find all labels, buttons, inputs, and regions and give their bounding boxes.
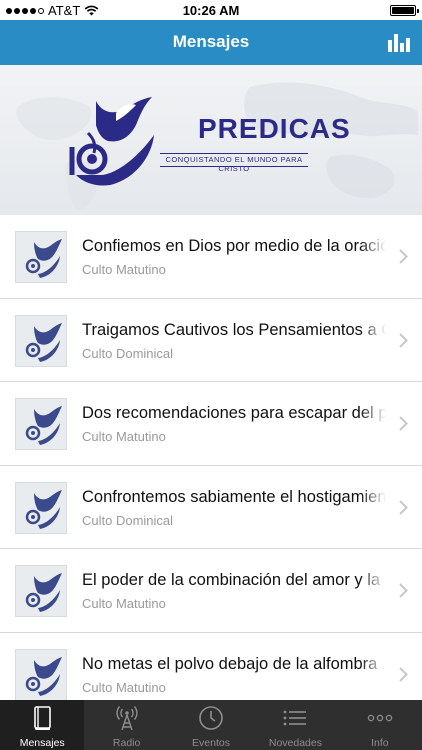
battery-icon xyxy=(390,5,419,16)
tab-radio[interactable]: Radio xyxy=(84,700,168,750)
message-title: Confiemos en Dios por medio de la oració… xyxy=(82,237,386,256)
tab-mensajes[interactable]: Mensajes xyxy=(0,700,85,750)
banner-divider-top xyxy=(160,153,308,154)
chevron-right-icon xyxy=(399,583,408,599)
message-list: Confiemos en Dios por medio de la oració… xyxy=(0,215,422,700)
message-subtitle: Culto Dominical xyxy=(82,512,174,528)
message-title: Dos recomendaciones para escapar del pec… xyxy=(82,404,386,424)
chevron-right-icon xyxy=(399,249,408,264)
tab-label: Novedades xyxy=(268,737,322,749)
bar-chart-icon[interactable] xyxy=(388,32,410,52)
more-icon xyxy=(367,714,393,722)
message-title: No metas el polvo debajo de la alfombra xyxy=(82,654,386,674)
list-item[interactable]: El poder de la combinación del amor y la… xyxy=(0,549,422,633)
list-icon xyxy=(284,710,307,726)
list-item[interactable]: No metas el polvo debajo de la alfombra … xyxy=(0,633,422,700)
predicas-logo xyxy=(69,97,154,186)
list-item[interactable]: Traigamos Cautivos los Pensamientos a Cr… xyxy=(0,299,422,383)
message-thumbnail xyxy=(15,398,67,451)
message-subtitle: Culto Matutino xyxy=(82,679,166,695)
chevron-right-icon xyxy=(399,332,408,348)
message-thumbnail xyxy=(15,648,67,700)
header-banner: PREDICAS CONQUISTANDO EL MUNDO PARA CRIS… xyxy=(0,65,422,215)
page-title: Mensajes xyxy=(172,32,250,51)
status-time: 10:26 AM xyxy=(182,3,240,18)
banner-tagline: CONQUISTANDO EL MUNDO PARA CRISTO xyxy=(165,155,303,173)
clock-icon xyxy=(199,706,223,730)
chevron-right-icon xyxy=(399,500,408,515)
banner-title: PREDICAS xyxy=(198,113,351,144)
tab-bar: Mensajes Radio Eventos Novedades Info xyxy=(0,700,422,750)
list-item[interactable]: Confrontemos sabiamente el hostigamiento… xyxy=(0,466,422,550)
radio-tower-icon xyxy=(116,706,138,731)
message-thumbnail xyxy=(15,565,67,618)
tab-info[interactable]: Info xyxy=(338,700,422,750)
tab-label: Info xyxy=(371,737,389,749)
message-subtitle: Culto Matutino xyxy=(82,429,166,445)
banner-divider-bottom xyxy=(160,166,308,167)
status-bar: AT&T 10:26 AM xyxy=(0,0,422,20)
tab-label: Eventos xyxy=(192,737,230,749)
message-title: Confrontemos sabiamente el hostigamiento xyxy=(82,487,386,507)
tab-eventos[interactable]: Eventos xyxy=(169,700,253,750)
chevron-right-icon xyxy=(399,416,408,431)
tab-label: Mensajes xyxy=(19,737,65,749)
message-subtitle: Culto Matutino xyxy=(82,596,166,612)
chevron-right-icon xyxy=(399,667,408,682)
message-thumbnail xyxy=(15,231,67,283)
tab-novedades[interactable]: Novedades xyxy=(253,700,337,750)
message-thumbnail xyxy=(15,314,67,367)
list-item[interactable]: Dos recomendaciones para escapar del pec… xyxy=(0,382,422,466)
tab-label: Radio xyxy=(112,737,141,749)
list-item[interactable]: Confiemos en Dios por medio de la oració… xyxy=(0,215,422,299)
message-title: El poder de la combinación del amor y la… xyxy=(82,571,386,591)
navigation-bar: Mensajes xyxy=(0,20,422,65)
message-subtitle: Culto Matutino xyxy=(82,262,166,277)
message-thumbnail xyxy=(15,481,67,534)
book-icon xyxy=(34,706,52,730)
message-title: Traigamos Cautivos los Pensamientos a Cr… xyxy=(82,320,386,340)
message-subtitle: Culto Dominical xyxy=(82,345,174,361)
